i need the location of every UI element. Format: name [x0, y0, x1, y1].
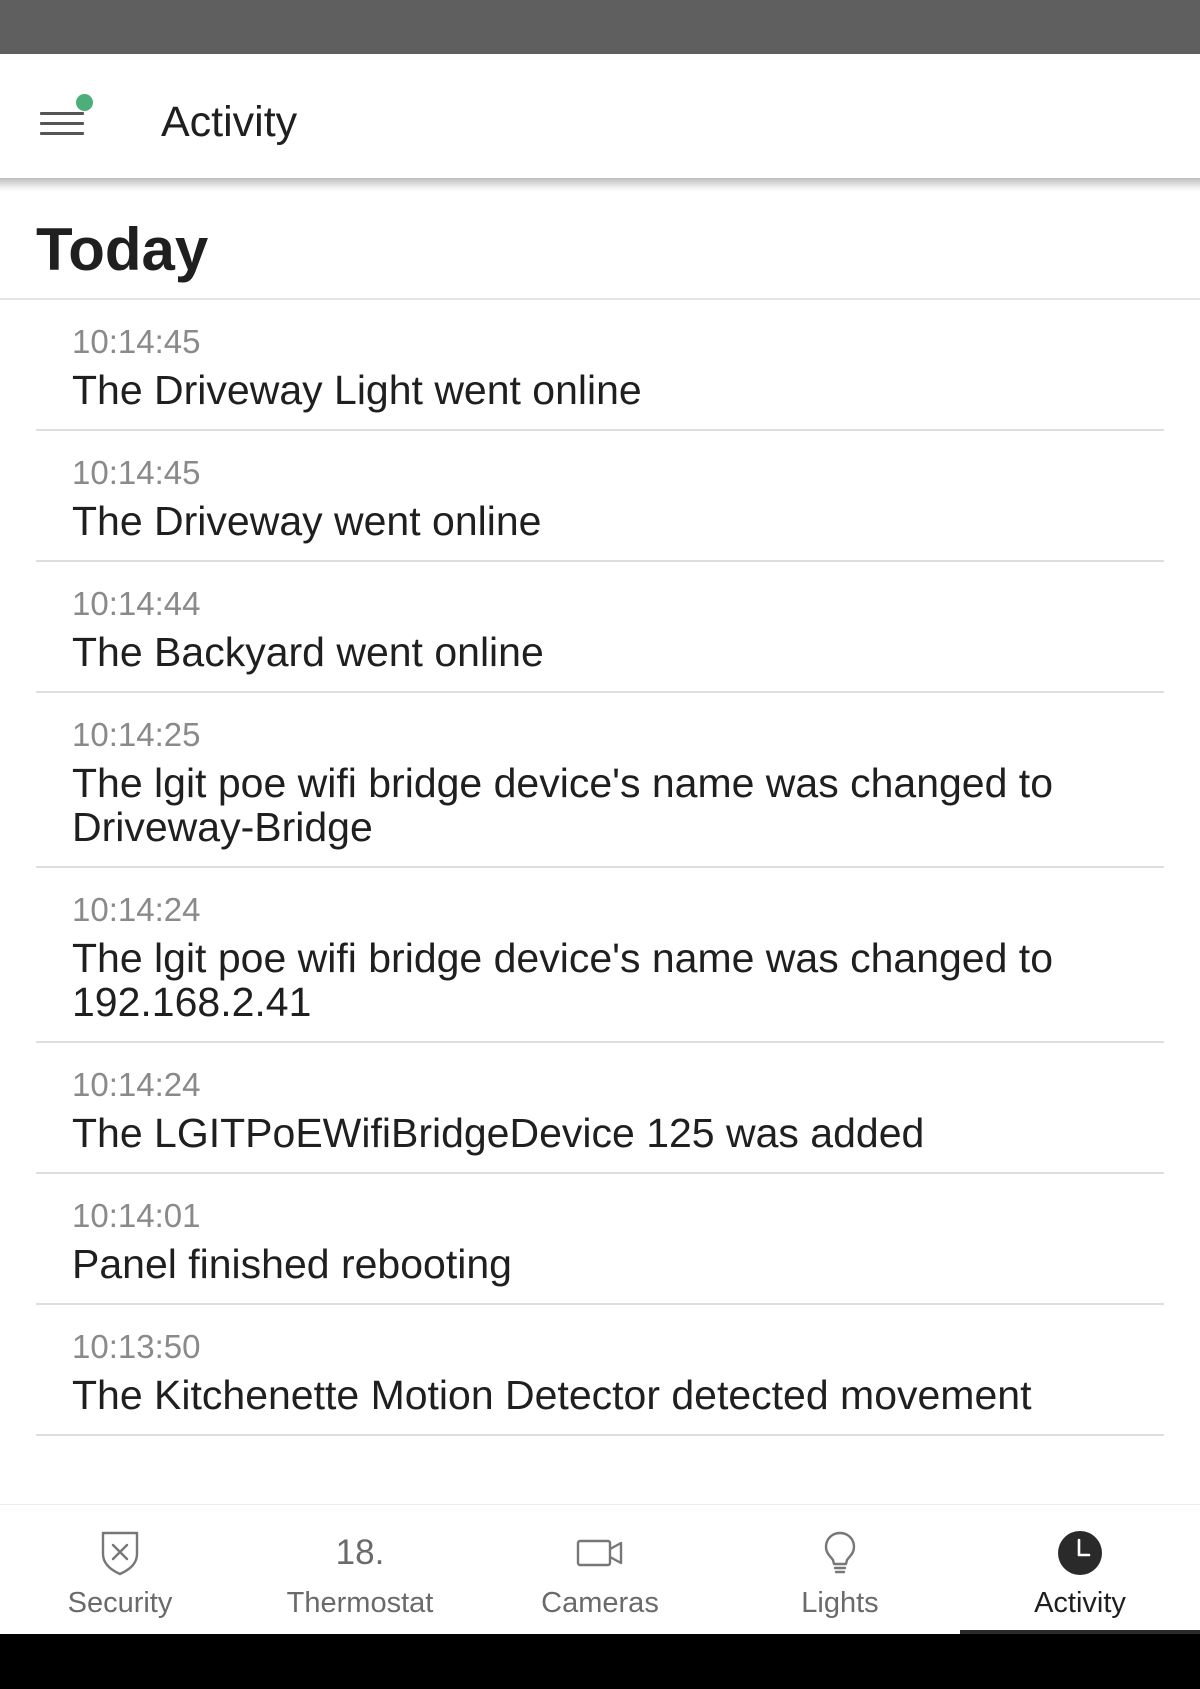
shield-x-icon — [101, 1531, 139, 1576]
thermostat-value: 18. — [335, 1533, 385, 1572]
nav-label: Lights — [801, 1587, 879, 1619]
activity-time: 10:14:24 — [72, 1066, 201, 1103]
system-status-bar — [0, 0, 1200, 54]
nav-label: Activity — [1034, 1587, 1126, 1619]
system-navigation-bar — [0, 1634, 1200, 1689]
nav-label: Cameras — [541, 1587, 659, 1619]
activity-message: The LGITPoEWifiBridgeDevice 125 was adde… — [72, 1110, 925, 1156]
activity-message: The Backyard went online — [72, 629, 544, 675]
activity-item: 10:14:24 The lgit poe wifi bridge device… — [36, 868, 1164, 1043]
nav-label: Thermostat — [286, 1587, 434, 1619]
activity-time: 10:14:45 — [72, 323, 201, 360]
section-header-today: Today — [0, 196, 1200, 300]
activity-item: 10:14:01 Panel finished rebooting — [36, 1174, 1164, 1305]
section-label: Today — [36, 216, 209, 283]
menu-icon-line — [40, 132, 84, 135]
activity-message: Panel finished rebooting — [72, 1241, 512, 1287]
lightbulb-icon — [824, 1531, 856, 1574]
nav-tab-lights[interactable]: Lights — [720, 1505, 960, 1635]
activity-item: 10:14:24 The LGITPoEWifiBridgeDevice 125… — [36, 1043, 1164, 1174]
activity-time: 10:14:24 — [72, 891, 201, 928]
menu-icon-line — [40, 112, 84, 115]
menu-icon-line — [40, 122, 84, 125]
activity-item: 10:14:25 The lgit poe wifi bridge device… — [36, 693, 1164, 868]
notification-dot — [76, 94, 93, 111]
activity-time: 10:14:01 — [72, 1197, 201, 1234]
nav-tab-cameras[interactable]: Cameras — [480, 1505, 720, 1635]
activity-message: The lgit poe wifi bridge device's name w… — [72, 935, 1053, 1025]
activity-time: 10:14:44 — [72, 585, 201, 622]
nav-tab-security[interactable]: Security — [0, 1505, 240, 1635]
page-title: Activity — [161, 98, 298, 146]
video-camera-icon — [576, 1539, 623, 1567]
activity-item: 10:14:45 The Driveway went online — [36, 431, 1164, 562]
app-bar-shadow — [0, 178, 1200, 192]
activity-item: 10:14:44 The Backyard went online — [36, 562, 1164, 693]
activity-list[interactable]: 10:14:45 The Driveway Light went online … — [36, 300, 1164, 1504]
activity-item: 10:14:45 The Driveway Light went online — [36, 300, 1164, 431]
nav-tab-activity[interactable]: Activity — [960, 1505, 1200, 1635]
activity-time: 10:14:25 — [72, 716, 201, 753]
activity-item: 10:13:50 The Kitchenette Motion Detector… — [36, 1305, 1164, 1436]
activity-message: The Kitchenette Motion Detector detected… — [72, 1372, 1032, 1418]
activity-message: The lgit poe wifi bridge device's name w… — [72, 760, 1053, 850]
activity-message: The Driveway Light went online — [72, 367, 642, 413]
activity-message: The Driveway went online — [72, 498, 542, 544]
bottom-navigation: Security 18. Thermostat Cameras Lights A… — [0, 1504, 1200, 1635]
activity-time: 10:14:45 — [72, 454, 201, 491]
activity-time: 10:13:50 — [72, 1328, 201, 1365]
nav-label: Security — [67, 1587, 173, 1619]
nav-tab-thermostat[interactable]: 18. Thermostat — [240, 1505, 480, 1635]
app-bar: Activity — [0, 54, 1200, 179]
clock-icon — [1058, 1531, 1102, 1575]
menu-button[interactable] — [36, 94, 96, 144]
